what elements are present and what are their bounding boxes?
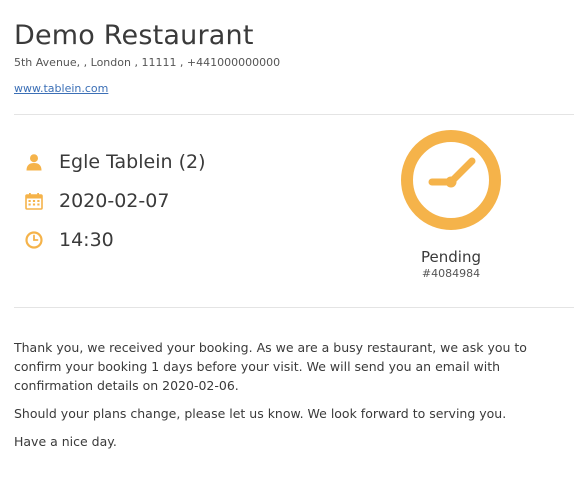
message-paragraph: Should your plans change, please let us … (14, 406, 507, 421)
restaurant-address: 5th Avenue, , London , 11111 , +44100000… (14, 56, 281, 69)
pending-clock-icon (401, 130, 501, 230)
message-paragraph: Thank you, we received your booking. As … (14, 340, 527, 393)
booking-time: 14:30 (59, 229, 114, 251)
message-paragraph: Have a nice day. (14, 434, 117, 449)
clock-icon (24, 230, 44, 250)
booking-status: Pending #4084984 (396, 128, 506, 281)
divider (14, 307, 574, 308)
confirmation-message: Thank you, we received your booking. As … (14, 338, 576, 460)
user-icon (24, 152, 44, 172)
time-row: 14:30 (24, 221, 205, 259)
guest-row: Egle Tablein (2) (24, 143, 205, 181)
restaurant-name: Demo Restaurant (14, 20, 254, 51)
guest-name: Egle Tablein (2) (59, 151, 206, 173)
booking-date: 2020-02-07 (59, 190, 170, 212)
booking-details: Egle Tablein (2) 2020-02-07 14:30 (24, 143, 205, 260)
date-row: 2020-02-07 (24, 182, 205, 220)
restaurant-website-link[interactable]: www.tablein.com (14, 82, 108, 96)
calendar-icon (24, 191, 44, 211)
booking-reference: #4084984 (421, 267, 481, 280)
restaurant-header: Demo Restaurant 5th Avenue, , London , 1… (14, 20, 574, 96)
status-label: Pending (421, 248, 481, 266)
divider (14, 114, 574, 115)
